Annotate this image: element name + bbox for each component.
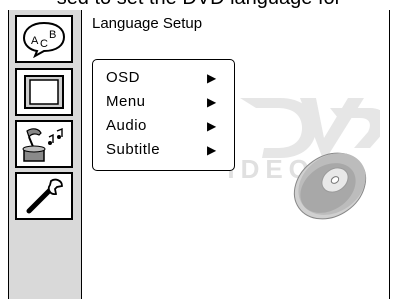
menu-item-label: Menu — [106, 93, 146, 110]
dvd-video-logo: VIDEO — [204, 78, 387, 243]
wrench-icon — [21, 175, 67, 217]
gramophone-icon — [19, 123, 69, 165]
chevron-right-icon: ▶ — [207, 119, 217, 133]
sidebar: A C B — [9, 10, 82, 299]
sidebar-item-audio[interactable] — [15, 120, 73, 168]
svg-text:B: B — [49, 29, 56, 41]
chevron-right-icon: ▶ — [207, 143, 217, 157]
menu-item-subtitle[interactable]: Subtitle ▶ — [106, 139, 224, 163]
page-title: Language Setup — [92, 15, 203, 32]
sidebar-item-tools[interactable] — [15, 172, 73, 220]
menu-item-osd[interactable]: OSD ▶ — [106, 67, 224, 91]
chevron-right-icon: ▶ — [207, 71, 217, 85]
language-menu: OSD ▶ Menu ▶ Audio ▶ Subtitle ▶ — [92, 59, 235, 171]
abc-speech-icon: A C B — [20, 20, 68, 58]
menu-item-label: OSD — [106, 69, 141, 86]
sidebar-item-language[interactable]: A C B — [15, 15, 73, 63]
chevron-right-icon: ▶ — [207, 95, 217, 109]
menu-item-label: Audio — [106, 117, 147, 134]
menu-item-menu[interactable]: Menu ▶ — [106, 91, 224, 115]
svg-text:A: A — [31, 35, 39, 47]
svg-text:C: C — [40, 38, 48, 50]
tv-icon — [21, 72, 67, 112]
menu-item-label: Subtitle — [106, 141, 161, 158]
sidebar-item-video[interactable] — [15, 68, 73, 116]
menu-item-audio[interactable]: Audio ▶ — [106, 115, 224, 139]
top-caption: sed to set the DVD language for — [0, 0, 398, 9]
